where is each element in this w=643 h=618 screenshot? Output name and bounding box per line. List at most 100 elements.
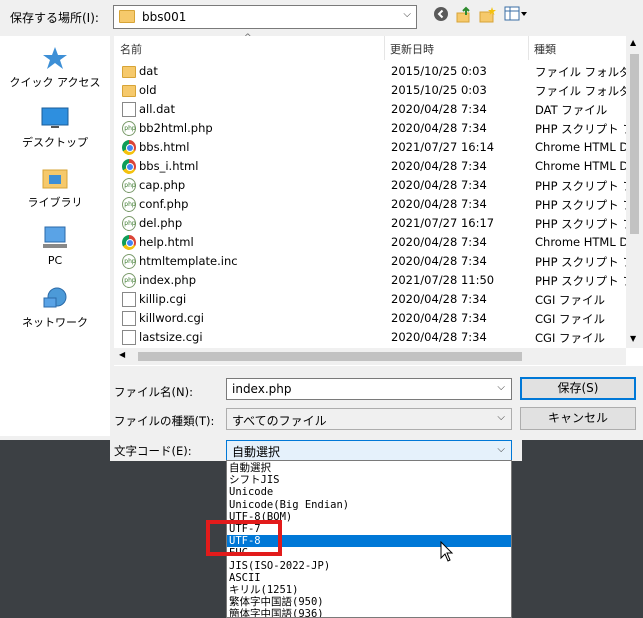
table-row[interactable]: index.php 2021/07/28 11:50 PHP スクリプト ファ	[114, 271, 629, 290]
location-dropdown[interactable]: bbs001 ⌵	[113, 5, 417, 29]
mouse-cursor-icon	[440, 541, 454, 562]
filetype-select[interactable]: すべてのファイル ⌵	[226, 408, 512, 430]
chrome-icon	[122, 140, 136, 155]
horizontal-scrollbar[interactable]: ◀	[114, 348, 626, 365]
file-date: 2021/07/27 16:14	[391, 140, 495, 154]
file-icon	[122, 330, 136, 345]
desktop-icon	[41, 107, 69, 128]
file-date: 2020/04/28 7:34	[391, 102, 487, 116]
sidebar-item-network[interactable]: ネットワーク	[0, 286, 110, 330]
sidebar-item-desktop[interactable]: デスクトップ	[0, 106, 110, 150]
table-row[interactable]: help.html 2020/04/28 7:34 Chrome HTML D	[114, 233, 629, 252]
file-icon	[122, 102, 136, 117]
sidebar-item-quick-access[interactable]: クイック アクセス	[0, 46, 110, 90]
file-type: Chrome HTML D	[535, 235, 629, 249]
encoding-option[interactable]: Unicode(Big Endian)	[227, 499, 511, 511]
encoding-option[interactable]: 繁体字中国語(950)	[227, 596, 511, 608]
encoding-option[interactable]: 自動選択	[227, 462, 511, 474]
save-button[interactable]: 保存(S)	[520, 377, 636, 400]
filetype-label: ファイルの種類(T):	[114, 414, 215, 428]
encoding-option[interactable]: シフトJIS	[227, 474, 511, 486]
table-row[interactable]: lastsize.cgi 2020/04/28 7:34 CGI ファイル	[114, 328, 629, 347]
filename-input[interactable]: index.php ⌵	[226, 378, 512, 400]
file-type: ファイル フォルダー	[535, 84, 629, 98]
library-icon	[42, 169, 68, 189]
php-icon	[122, 121, 137, 136]
file-name: killword.cgi	[139, 311, 204, 325]
chevron-down-icon[interactable]: ⌵	[497, 412, 505, 423]
navigation-sidebar: クイック アクセス デスクトップ ライブラリ PC ネットワーク	[0, 36, 110, 436]
chevron-down-icon[interactable]: ⌵	[497, 382, 505, 393]
file-name: lastsize.cgi	[139, 330, 203, 344]
view-menu-icon[interactable]	[503, 6, 529, 24]
up-folder-icon[interactable]	[455, 6, 473, 24]
table-row[interactable]: bbs_i.html 2020/04/28 7:34 Chrome HTML D	[114, 157, 629, 176]
file-date: 2020/04/28 7:34	[391, 235, 487, 249]
encoding-option[interactable]: Unicode	[227, 486, 511, 498]
scroll-up-icon[interactable]: ▲	[630, 38, 636, 47]
table-row[interactable]: killip.cgi 2020/04/28 7:34 CGI ファイル	[114, 290, 629, 309]
table-row[interactable]: bb2html.php 2020/04/28 7:34 PHP スクリプト ファ	[114, 119, 629, 138]
file-list[interactable]: 名前 ^ 更新日時 種類 dat 2015/10/25 0:03 ファイル フォルダ…	[114, 33, 643, 366]
table-row[interactable]: old 2015/10/25 0:03 ファイル フォルダー	[114, 81, 629, 100]
table-row[interactable]: conf.php 2020/04/28 7:34 PHP スクリプト ファ	[114, 195, 629, 214]
sidebar-item-label: PC	[47, 254, 63, 267]
table-row[interactable]: killword.cgi 2020/04/28 7:34 CGI ファイル	[114, 309, 629, 328]
file-date: 2020/04/28 7:34	[391, 330, 487, 344]
chrome-icon	[122, 159, 136, 174]
file-date: 2020/04/28 7:34	[391, 311, 487, 325]
column-header-type[interactable]: 種類	[534, 41, 556, 57]
file-type: PHP スクリプト ファ	[535, 274, 629, 288]
sidebar-item-library[interactable]: ライブラリ	[0, 166, 110, 210]
column-header-date[interactable]: 更新日時	[390, 41, 434, 57]
file-icon	[122, 292, 136, 307]
table-row[interactable]: dat 2015/10/25 0:03 ファイル フォルダー	[114, 62, 629, 81]
file-date: 2015/10/25 0:03	[391, 83, 487, 97]
file-type: DAT ファイル	[535, 103, 608, 117]
back-icon[interactable]	[432, 6, 450, 24]
sidebar-item-label: ライブラリ	[27, 196, 83, 209]
folder-icon	[119, 10, 135, 23]
file-type: CGI ファイル	[535, 293, 605, 307]
vertical-scrollbar[interactable]: ▲ ▼	[626, 36, 643, 348]
table-row[interactable]: cap.php 2020/04/28 7:34 PHP スクリプト ファ	[114, 176, 629, 195]
chevron-down-icon[interactable]: ⌵	[497, 444, 505, 455]
file-type: CGI ファイル	[535, 331, 605, 345]
sidebar-item-label: デスクトップ	[22, 136, 88, 149]
sort-arrow-icon: ^	[244, 33, 252, 43]
horizontal-scroll-thumb[interactable]	[138, 352, 522, 361]
table-row[interactable]: all.dat 2020/04/28 7:34 DAT ファイル	[114, 100, 629, 119]
file-date: 2015/10/25 0:03	[391, 64, 487, 78]
encoding-option[interactable]: JIS(ISO-2022-JP)	[227, 560, 511, 572]
file-type: ファイル フォルダー	[535, 65, 629, 79]
cancel-button[interactable]: キャンセル	[520, 407, 636, 430]
sidebar-item-pc[interactable]: PC	[0, 226, 110, 267]
file-date: 2020/04/28 7:34	[391, 292, 487, 306]
location-label: 保存する場所(I):	[10, 11, 99, 25]
chevron-down-icon: ⌵	[403, 9, 411, 20]
file-type: PHP スクリプト ファ	[535, 179, 629, 193]
scroll-down-icon[interactable]: ▼	[630, 334, 636, 343]
scroll-left-icon[interactable]: ◀	[119, 350, 125, 359]
red-highlight-box	[206, 520, 282, 556]
encoding-select[interactable]: 自動選択 ⌵	[226, 440, 512, 461]
file-date: 2020/04/28 7:34	[391, 121, 487, 135]
file-name: all.dat	[139, 102, 175, 116]
file-type: Chrome HTML D	[535, 159, 629, 173]
vertical-scroll-thumb[interactable]	[630, 54, 639, 234]
table-row[interactable]: bbs.html 2021/07/27 16:14 Chrome HTML D	[114, 138, 629, 157]
file-date: 2020/04/28 7:34	[391, 159, 487, 173]
file-name: index.php	[139, 273, 197, 287]
new-folder-icon[interactable]	[479, 6, 497, 24]
encoding-option[interactable]: キリル(1251)	[227, 584, 511, 596]
file-date: 2020/04/28 7:34	[391, 197, 487, 211]
column-header-name[interactable]: 名前	[120, 41, 142, 57]
file-name: old	[139, 83, 157, 97]
encoding-option[interactable]: ASCII	[227, 572, 511, 584]
file-type: PHP スクリプト ファ	[535, 122, 629, 136]
file-type: PHP スクリプト ファ	[535, 255, 629, 269]
encoding-option[interactable]: 簡体字中国語(936)	[227, 608, 511, 617]
table-row[interactable]: del.php 2021/07/27 16:17 PHP スクリプト ファ	[114, 214, 629, 233]
table-row[interactable]: htmltemplate.inc 2020/04/28 7:34 PHP スクリプト…	[114, 252, 629, 271]
file-name: htmltemplate.inc	[139, 254, 238, 268]
